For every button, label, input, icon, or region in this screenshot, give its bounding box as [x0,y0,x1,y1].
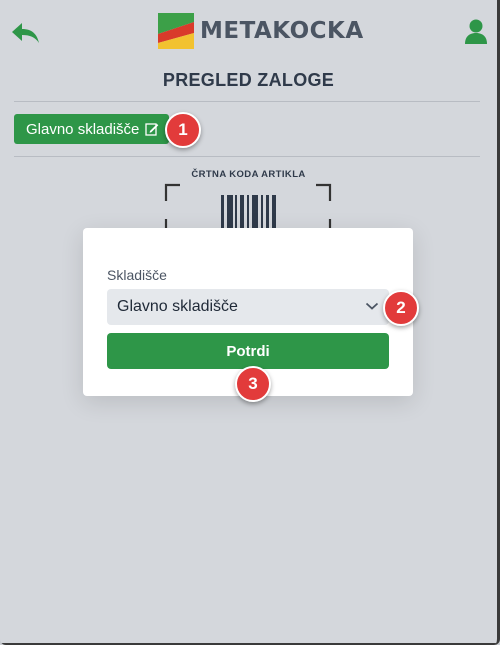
chevron-down-icon [365,302,379,310]
warehouse-field-label: Skladišče [107,267,167,283]
step-badge-1: 1 [165,112,201,148]
app-window: METAKOCKA PREGLED ZALOGE Glavno skladišč… [0,0,500,645]
confirm-button-label: Potrdi [226,342,270,360]
warehouse-select[interactable]: Glavno skladišče [107,289,389,325]
step-badge-2: 2 [383,290,419,326]
step-badge-3: 3 [235,366,271,402]
confirm-button[interactable]: Potrdi [107,333,389,369]
warehouse-select-value: Glavno skladišče [117,298,238,315]
